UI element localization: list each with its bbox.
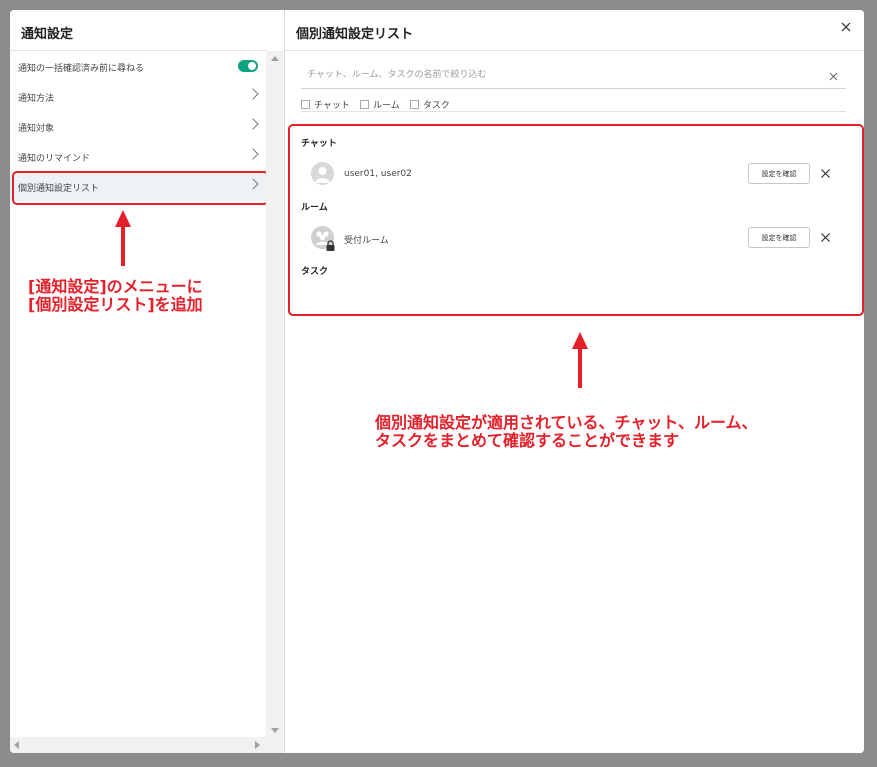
scrollbar-corner — [266, 737, 284, 753]
checkbox-label: タスク — [422, 101, 450, 111]
section-heading-room: ルーム — [301, 203, 328, 213]
annotation-arrow-up-icon — [572, 332, 588, 388]
settings-dialog: 通知設定 通知の一括確認済み前に尋ねる 通知方法 通知対象 通知のリマインド 個… — [10, 10, 864, 753]
annotation-line: [個別設定リスト]を追加 — [28, 295, 203, 314]
horizontal-scrollbar[interactable] — [10, 737, 266, 753]
chat-row-label: user01, user02 — [344, 169, 412, 179]
menu-item-label: 通知対象 — [18, 124, 55, 134]
divider — [285, 50, 864, 51]
section-heading-chat: チャット — [301, 139, 337, 149]
chevron-right-icon — [247, 148, 259, 160]
clear-icon[interactable] — [829, 72, 838, 81]
scroll-right-icon[interactable] — [255, 741, 260, 749]
annotation-highlight-box — [288, 124, 864, 316]
annotation-arrow-up-icon — [115, 210, 131, 266]
sidebar-title: 通知設定 — [21, 27, 74, 42]
close-icon[interactable] — [839, 20, 853, 34]
annotation-text: 個別通知設定が適用されている、チャット、ルーム、 タスクをまとめて確認することが… — [375, 414, 758, 450]
chevron-right-icon — [247, 88, 259, 100]
menu-item-label: 通知方法 — [18, 94, 55, 104]
menu-item-notification-target[interactable]: 通知対象 — [10, 111, 266, 141]
chevron-right-icon — [247, 118, 259, 130]
checkbox-label: チャット — [314, 101, 350, 111]
lock-icon — [326, 240, 335, 251]
toggle-switch[interactable] — [238, 60, 258, 72]
filter-search-field — [301, 66, 846, 89]
individual-settings-panel: 個別通知設定リスト チャット ルーム タスク チャット — [284, 10, 864, 753]
annotation-line: 個別通知設定が適用されている、チャット、ルーム、 — [375, 413, 758, 432]
search-input[interactable] — [305, 69, 809, 81]
scroll-left-icon[interactable] — [14, 741, 19, 749]
menu-item-label: 通知の一括確認済み前に尋ねる — [18, 64, 145, 74]
scroll-up-icon[interactable] — [271, 56, 279, 61]
annotation-line: タスクをまとめて確認することができます — [375, 431, 680, 450]
settings-sidebar: 通知設定 通知の一括確認済み前に尋ねる 通知方法 通知対象 通知のリマインド 個… — [10, 10, 284, 753]
checkbox[interactable] — [360, 100, 370, 109]
room-row-label: 受付ルーム — [344, 236, 389, 246]
checkbox[interactable] — [409, 100, 419, 109]
menu-item-reminder[interactable]: 通知のリマインド — [10, 141, 266, 171]
vertical-scrollbar[interactable] — [266, 51, 284, 737]
remove-icon[interactable] — [820, 232, 831, 243]
checkbox-label: ルーム — [373, 101, 400, 111]
annotation-line: [通知設定]のメニューに — [28, 277, 203, 296]
panel-title: 個別通知設定リスト — [296, 27, 414, 42]
remove-icon[interactable] — [820, 168, 831, 179]
annotation-text: [通知設定]のメニューに [個別設定リスト]を追加 — [28, 278, 203, 314]
scroll-down-icon[interactable] — [271, 728, 279, 733]
check-settings-button[interactable]: 設定を確認 — [748, 163, 810, 184]
user-avatar-icon — [311, 162, 334, 185]
divider — [301, 111, 846, 112]
annotation-highlight-box — [12, 171, 269, 205]
menu-item-notification-method[interactable]: 通知方法 — [10, 81, 266, 111]
type-filters: チャット ルーム タスク — [301, 94, 455, 111]
section-heading-task: タスク — [301, 267, 329, 277]
check-settings-button[interactable]: 設定を確認 — [748, 227, 810, 248]
checkbox[interactable] — [301, 100, 310, 109]
menu-item-label: 通知のリマインド — [18, 154, 91, 164]
menu-item-confirm-before-mark-read[interactable]: 通知の一括確認済み前に尋ねる — [10, 51, 266, 81]
